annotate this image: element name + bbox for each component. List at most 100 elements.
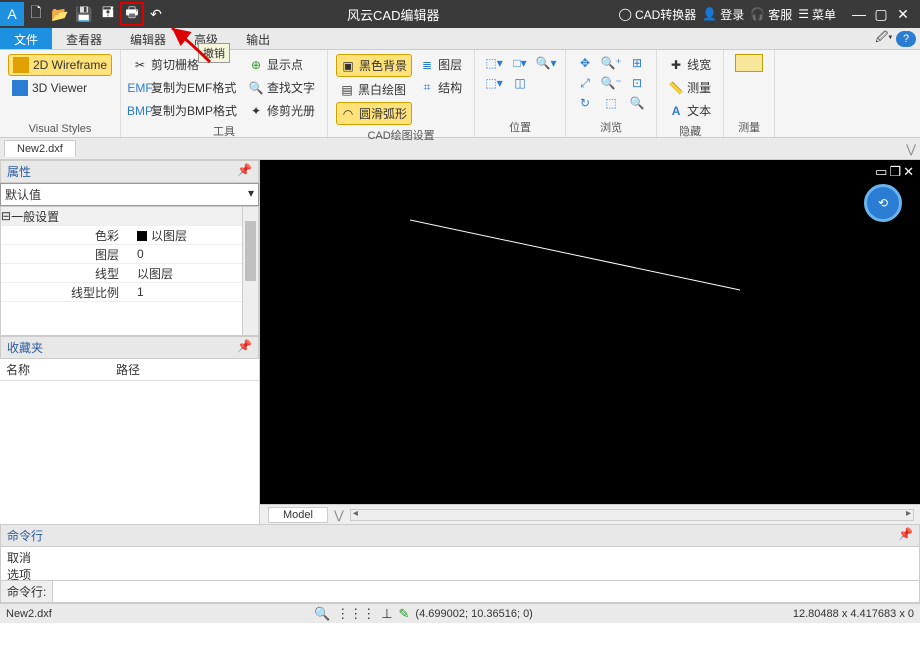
wireframe-2d-button[interactable]: 2D Wireframe bbox=[8, 54, 112, 76]
support-button[interactable]: 🎧客服 bbox=[750, 6, 792, 23]
status-ortho-icon[interactable]: ⊥ bbox=[381, 606, 392, 622]
tab-editor[interactable]: 编辑器 bbox=[116, 28, 180, 49]
browse-icon-4[interactable]: 🔍⁺ bbox=[600, 54, 622, 72]
properties-combo[interactable]: 默认值▾ bbox=[0, 183, 259, 206]
cad-converter-button[interactable]: ◯CAD转换器 bbox=[619, 6, 697, 23]
undo-icon[interactable]: ↶ bbox=[144, 2, 168, 26]
bw-icon: ▤ bbox=[340, 83, 354, 97]
title-bar: A 🗋 📂 💾 🖬 🖶 ↶ 风云CAD编辑器 ◯CAD转换器 👤登录 🎧客服 ☰… bbox=[0, 0, 920, 28]
favorites-col-name[interactable]: 名称 bbox=[6, 361, 116, 378]
quick-access-toolbar: A 🗋 📂 💾 🖬 🖶 ↶ bbox=[0, 2, 168, 26]
favorites-panel-title: 收藏夹 📌 bbox=[0, 336, 259, 359]
copy-emf-button[interactable]: EMF复制为EMF格式 bbox=[129, 77, 241, 98]
text-button[interactable]: A文本 bbox=[665, 100, 715, 121]
pos-icon-1[interactable]: ⬚▾ bbox=[483, 54, 505, 72]
ribbon-options-icon[interactable]: 🖉▾ bbox=[874, 28, 894, 49]
pin-icon[interactable]: 📌 bbox=[237, 339, 252, 356]
browse-icon-3[interactable]: ↻ bbox=[574, 94, 596, 112]
show-point-button[interactable]: ⊕显示点 bbox=[245, 54, 319, 75]
text-icon: A bbox=[669, 104, 683, 118]
status-coords: (4.699002; 10.36516; 0) bbox=[415, 608, 532, 620]
browse-icon-6[interactable]: ⬚ bbox=[600, 94, 622, 112]
pin-icon[interactable]: 📌 bbox=[898, 527, 913, 544]
properties-grid: 一般设置 色彩以图层 图层0 线型以图层 线型比例1 bbox=[0, 206, 259, 336]
structure-icon: ⌗ bbox=[420, 81, 434, 95]
prop-row-linetype[interactable]: 线型以图层 bbox=[1, 264, 258, 283]
prop-group-general[interactable]: 一般设置 bbox=[1, 207, 258, 226]
browse-icon-1[interactable]: ✥ bbox=[574, 54, 596, 72]
close-button[interactable]: ✕ bbox=[894, 6, 912, 23]
ruler-icon: 📏 bbox=[669, 81, 683, 95]
save-icon[interactable]: 💾 bbox=[72, 2, 96, 26]
command-panel-title: 命令行 📌 bbox=[0, 524, 920, 547]
pos-icon-4[interactable]: ◫ bbox=[509, 74, 531, 92]
pos-icon-3[interactable]: □▾ bbox=[509, 54, 531, 72]
viewport-close-icon[interactable]: ✕ bbox=[903, 164, 914, 180]
doctabs-expand-icon[interactable]: ⋁ bbox=[906, 142, 916, 156]
status-zoom-icon[interactable]: 🔍 bbox=[314, 606, 330, 622]
help-icon[interactable]: ? bbox=[896, 31, 916, 47]
linewidth-button[interactable]: ✚线宽 bbox=[665, 54, 715, 75]
tab-output[interactable]: 输出 bbox=[232, 28, 284, 49]
model-tabs-expand-icon[interactable]: ⋁ bbox=[334, 508, 344, 522]
print-icon[interactable]: 🖶 bbox=[120, 2, 144, 26]
ribbon-group-position: ⬚▾ ⬚▾ □▾ ◫ 🔍▾ 位置 bbox=[475, 50, 566, 137]
login-button[interactable]: 👤登录 bbox=[702, 6, 744, 23]
layers-button[interactable]: ≣图层 bbox=[416, 54, 466, 75]
command-input-row: 命令行: bbox=[0, 581, 920, 603]
prop-row-layer[interactable]: 图层0 bbox=[1, 245, 258, 264]
status-dimensions: 12.80488 x 4.417683 x 0 bbox=[793, 608, 914, 620]
new-icon[interactable]: 🗋 bbox=[24, 2, 48, 26]
command-area: 命令行 📌 取消 选项 命令行: bbox=[0, 524, 920, 603]
bw-draw-button[interactable]: ▤黑白绘图 bbox=[336, 79, 412, 100]
viewport-fab-button[interactable]: ⟲ bbox=[864, 184, 902, 222]
title-bar-right: ◯CAD转换器 👤登录 🎧客服 ☰菜单 — ▢ ✕ bbox=[619, 6, 920, 23]
viewport-min-icon[interactable]: ▭ bbox=[875, 164, 887, 180]
model-tab[interactable]: Model bbox=[268, 507, 328, 523]
tab-viewer[interactable]: 查看器 bbox=[52, 28, 116, 49]
headset-icon: 🎧 bbox=[750, 7, 765, 21]
pos-icon-5[interactable]: 🔍▾ bbox=[535, 54, 557, 72]
browse-icon-9[interactable]: 🔍 bbox=[626, 94, 648, 112]
save-pdf-icon[interactable]: 🖬 bbox=[96, 2, 120, 26]
viewport-max-icon[interactable]: ❐ bbox=[889, 164, 901, 180]
browse-icon-8[interactable]: ⊡ bbox=[626, 74, 648, 92]
command-input[interactable] bbox=[53, 581, 919, 602]
browse-icon-2[interactable]: ⤢ bbox=[574, 74, 596, 92]
converter-icon: ◯ bbox=[619, 7, 632, 21]
pin-icon[interactable]: 📌 bbox=[237, 163, 252, 180]
status-grid-icon[interactable]: ⋮⋮⋮ bbox=[336, 606, 375, 622]
measure-big-button[interactable] bbox=[732, 54, 766, 117]
black-bg-icon: ▣ bbox=[341, 59, 355, 73]
trim-aura-button[interactable]: ✦修剪光册 bbox=[245, 100, 319, 121]
drawing-canvas[interactable]: ▭ ❐ ✕ ⟲ bbox=[260, 160, 920, 504]
open-icon[interactable]: 📂 bbox=[48, 2, 72, 26]
status-bar: New2.dxf 🔍 ⋮⋮⋮ ⊥ ✎ (4.699002; 10.36516; … bbox=[0, 603, 920, 623]
measure-small-button[interactable]: 📏测量 bbox=[665, 77, 715, 98]
maximize-button[interactable]: ▢ bbox=[872, 6, 890, 23]
browse-icon-7[interactable]: ⊞ bbox=[626, 54, 648, 72]
document-tab[interactable]: New2.dxf bbox=[4, 140, 76, 157]
minimize-button[interactable]: — bbox=[850, 6, 868, 23]
trim-icon: ✦ bbox=[249, 104, 263, 118]
status-snap-icon[interactable]: ✎ bbox=[399, 606, 410, 622]
menu-button[interactable]: ☰菜单 bbox=[798, 6, 836, 23]
viewport-controls: ▭ ❐ ✕ bbox=[875, 164, 914, 180]
properties-scrollbar[interactable] bbox=[242, 207, 258, 335]
command-log-line: 取消 bbox=[7, 549, 913, 566]
browse-icon-5[interactable]: 🔍⁻ bbox=[600, 74, 622, 92]
tab-file[interactable]: 文件 bbox=[0, 28, 52, 49]
pos-icon-2[interactable]: ⬚▾ bbox=[483, 74, 505, 92]
smooth-arc-button[interactable]: ◠圆滑弧形 bbox=[336, 102, 412, 125]
viewer-3d-button[interactable]: 3D Viewer bbox=[8, 78, 112, 98]
ribbon-group-visual-styles: 2D Wireframe 3D Viewer Visual Styles bbox=[0, 50, 121, 137]
black-bg-button[interactable]: ▣黑色背景 bbox=[336, 54, 412, 77]
copy-bmp-button[interactable]: BMP复制为BMP格式 bbox=[129, 100, 241, 121]
app-icon[interactable]: A bbox=[0, 2, 24, 26]
structure-button[interactable]: ⌗结构 bbox=[416, 77, 466, 98]
find-text-button[interactable]: 🔍查找文字 bbox=[245, 77, 319, 98]
canvas-hscrollbar[interactable] bbox=[350, 509, 914, 521]
prop-row-ltscale[interactable]: 线型比例1 bbox=[1, 283, 258, 302]
prop-row-color[interactable]: 色彩以图层 bbox=[1, 226, 258, 245]
favorites-col-path[interactable]: 路径 bbox=[116, 361, 140, 378]
